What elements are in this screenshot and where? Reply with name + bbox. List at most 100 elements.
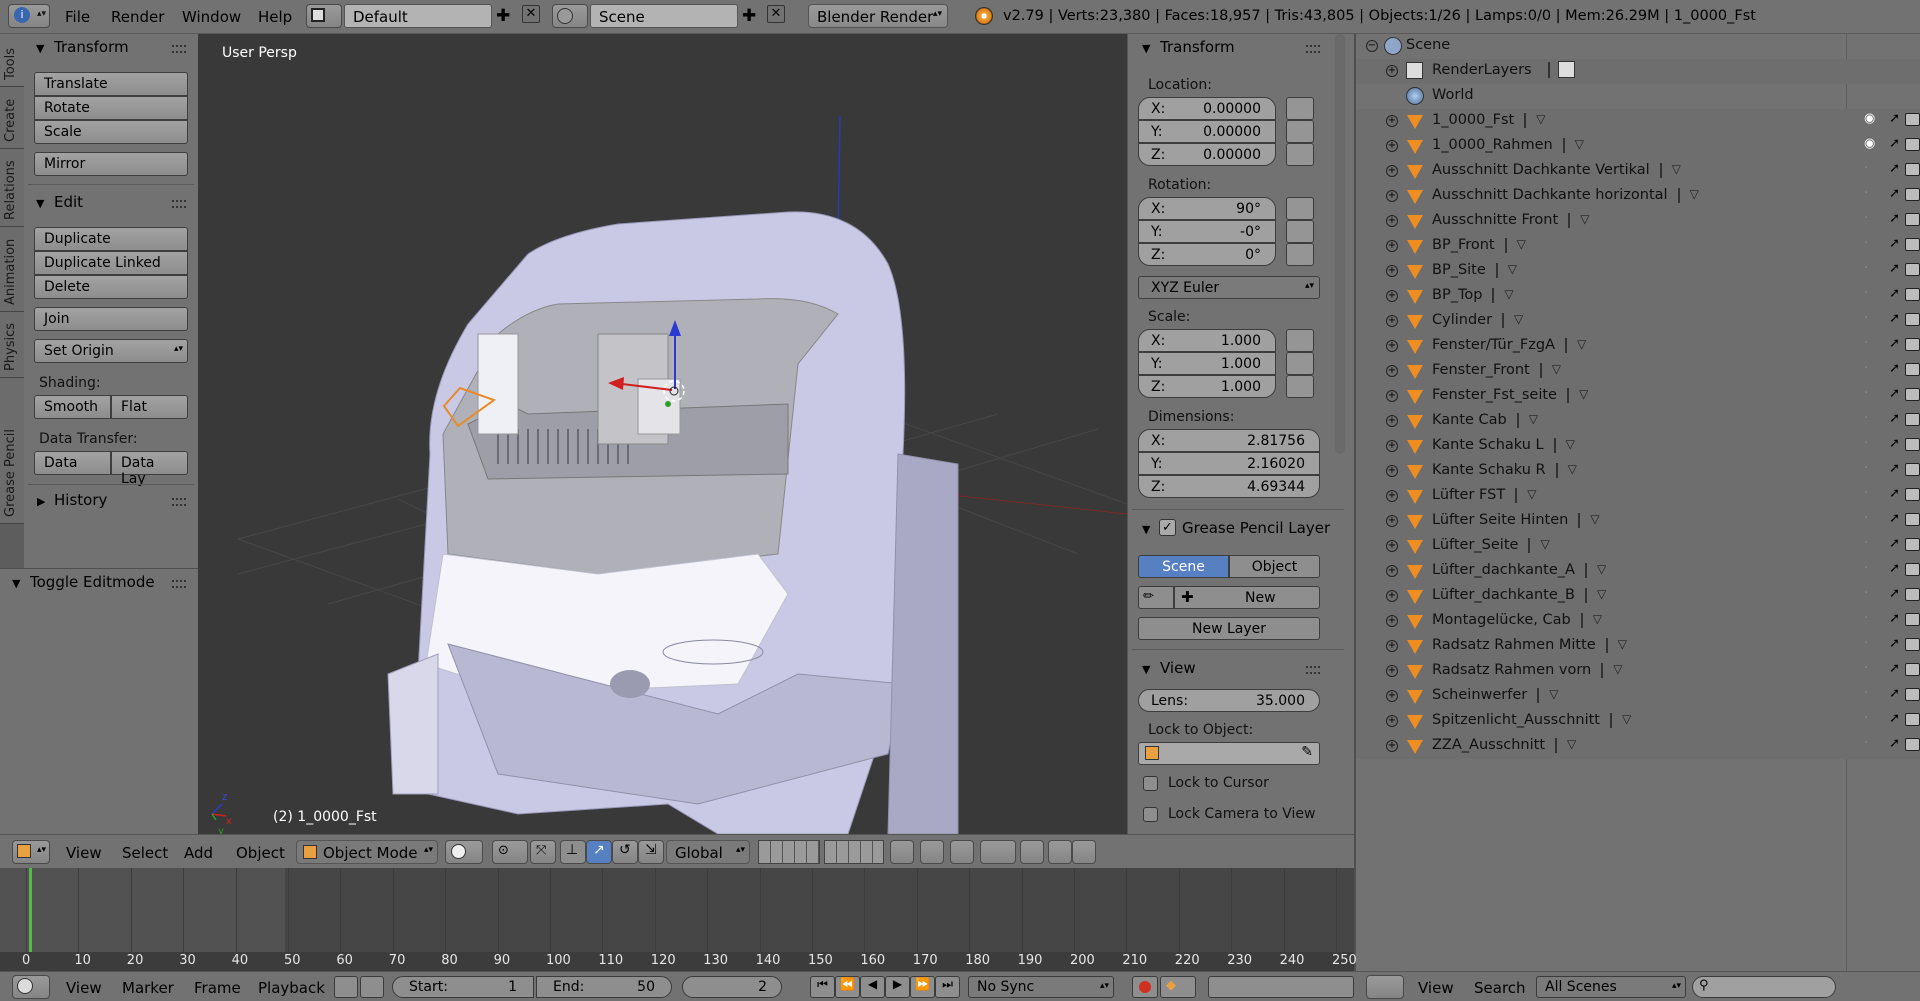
collapse-triangle-icon[interactable]: ▼ xyxy=(1142,42,1150,55)
outliner-row-object[interactable]: + BP_Front · ➚ ▽ xyxy=(1356,234,1920,259)
outliner-row-object[interactable]: + Fenster_Fst_seite · ➚ ▽ xyxy=(1356,384,1920,409)
record-keying-icon[interactable] xyxy=(334,976,358,998)
camera-icon[interactable] xyxy=(1905,363,1920,376)
cursor-icon[interactable]: ➚ xyxy=(1889,711,1900,726)
cursor-icon[interactable]: ➚ xyxy=(1889,686,1900,701)
gp-browse-button[interactable]: ✏ xyxy=(1138,586,1174,609)
eye-icon[interactable]: · xyxy=(1864,286,1880,302)
expand-icon[interactable]: + xyxy=(1386,190,1398,202)
mode-select[interactable]: Object Mode ▴▾ xyxy=(296,840,438,864)
lock-scale-x-icon[interactable] xyxy=(1286,329,1314,352)
expand-icon[interactable]: + xyxy=(1386,340,1398,352)
scene-layers-2[interactable] xyxy=(824,840,884,864)
duplicate-linked-button[interactable]: Duplicate Linked xyxy=(34,251,188,275)
menu-object[interactable]: Object xyxy=(236,844,285,862)
rotation-z-field[interactable]: Z: 0° xyxy=(1138,243,1276,266)
menu-file[interactable]: File xyxy=(65,8,90,26)
expand-icon[interactable]: + xyxy=(1386,565,1398,577)
collapse-triangle-icon[interactable]: ▼ xyxy=(1142,523,1150,536)
lock-location-x-icon[interactable] xyxy=(1286,97,1314,120)
eye-icon[interactable]: · xyxy=(1864,661,1880,677)
grip-icon[interactable] xyxy=(172,580,186,588)
sync-mode-select[interactable]: No Sync ▴▾ xyxy=(968,976,1114,998)
outliner-row-object[interactable]: +1_0000_Rahmen ◉ ➚ ▽ xyxy=(1356,134,1920,159)
cursor-icon[interactable]: ➚ xyxy=(1889,111,1900,126)
eye-icon[interactable]: · xyxy=(1864,461,1880,477)
render-camera-icon[interactable] xyxy=(1048,840,1072,864)
camera-icon[interactable] xyxy=(1905,638,1920,651)
snap-element-select[interactable] xyxy=(980,840,1016,864)
gp-new-button[interactable]: ✚ New xyxy=(1174,586,1320,609)
outliner-row-object[interactable]: + Lüfter FST · ➚ ▽ xyxy=(1356,484,1920,509)
3d-viewport[interactable]: User Persp z y x (2) 1_0000_Fst xyxy=(198,34,1127,834)
tab-animation[interactable]: Animation xyxy=(0,227,24,312)
data-layout-button[interactable]: Data Lay xyxy=(111,451,188,487)
expand-icon[interactable]: + xyxy=(1386,240,1398,252)
camera-icon[interactable] xyxy=(1905,538,1920,551)
proportional-edit-icon[interactable] xyxy=(920,840,944,864)
cursor-icon[interactable]: ➚ xyxy=(1889,586,1900,601)
dimensions-y-field[interactable]: Y: 2.16020 xyxy=(1138,452,1320,475)
eye-icon[interactable]: · xyxy=(1864,511,1880,527)
tab-grease-pencil[interactable]: Grease Pencil xyxy=(0,378,24,524)
outliner-row-object[interactable]: + Ausschnitt Dachkante horizontal · ➚ ▽ xyxy=(1356,184,1920,209)
end-frame-field[interactable]: End: 50 xyxy=(536,976,672,998)
lens-field[interactable]: Lens: 35.000 xyxy=(1138,689,1320,712)
outliner-row-object[interactable]: + Kante Schaku L · ➚ ▽ xyxy=(1356,434,1920,459)
tab-create[interactable]: Create xyxy=(0,87,24,149)
collapse-triangle-icon[interactable]: ▼ xyxy=(1142,663,1150,676)
expand-icon[interactable]: + xyxy=(1386,140,1398,152)
expand-icon[interactable]: + xyxy=(1386,415,1398,427)
jump-end-icon[interactable]: ⏭ xyxy=(935,976,960,998)
menu-add[interactable]: Add xyxy=(184,844,213,862)
location-x-field[interactable]: X: 0.00000 xyxy=(1138,97,1276,120)
cursor-icon[interactable]: ➚ xyxy=(1889,336,1900,351)
eye-icon[interactable]: · xyxy=(1864,436,1880,452)
outliner-row-object[interactable]: + Fenster_Front · ➚ ▽ xyxy=(1356,359,1920,384)
expand-icon[interactable]: + xyxy=(1386,490,1398,502)
camera-icon[interactable] xyxy=(1905,663,1920,676)
camera-icon[interactable] xyxy=(1905,513,1920,526)
scale-x-field[interactable]: X: 1.000 xyxy=(1138,329,1276,352)
expand-icon[interactable]: + xyxy=(1386,515,1398,527)
cursor-icon[interactable]: ➚ xyxy=(1889,186,1900,201)
add-layout-icon[interactable]: ✚ xyxy=(496,6,510,26)
add-scene-icon[interactable]: ✚ xyxy=(742,6,756,26)
camera-icon[interactable] xyxy=(1905,588,1920,601)
collapse-triangle-icon[interactable]: ▼ xyxy=(12,577,20,590)
dimensions-x-field[interactable]: X: 2.81756 xyxy=(1138,429,1320,452)
eye-icon[interactable]: · xyxy=(1864,561,1880,577)
cursor-icon[interactable]: ➚ xyxy=(1889,411,1900,426)
cursor-icon[interactable]: ➚ xyxy=(1889,236,1900,251)
eye-icon[interactable]: · xyxy=(1864,611,1880,627)
orientation-select[interactable]: Global ▴▾ xyxy=(666,840,750,864)
magnet-icon[interactable] xyxy=(950,840,974,864)
tab-tools[interactable]: Tools xyxy=(0,34,24,87)
collapse-triangle-icon[interactable]: ▼ xyxy=(36,197,44,210)
viewport-scene[interactable]: z y x xyxy=(198,34,1127,834)
lock-rotation-y-icon[interactable] xyxy=(1286,220,1314,243)
camera-icon[interactable] xyxy=(1905,563,1920,576)
scene-layers-1[interactable] xyxy=(758,840,820,864)
camera-icon[interactable] xyxy=(1905,113,1920,126)
menu-select[interactable]: Select xyxy=(122,844,168,862)
outliner-row-object[interactable]: + ZZA_Ausschnitt · ➚ ▽ xyxy=(1356,734,1920,759)
expand-icon[interactable]: + xyxy=(1386,65,1398,77)
keying-set-field[interactable] xyxy=(1208,976,1354,998)
eye-icon[interactable]: ◉ xyxy=(1864,111,1880,127)
camera-icon[interactable] xyxy=(1905,388,1920,401)
view-panel-title[interactable]: View xyxy=(1160,659,1196,677)
mirror-button[interactable]: Mirror xyxy=(34,152,188,176)
start-frame-field[interactable]: Start: 1 xyxy=(392,976,534,998)
new-layer-button[interactable]: New Layer xyxy=(1138,617,1320,640)
eye-icon[interactable]: ◉ xyxy=(1864,136,1880,152)
layout-name-field[interactable]: Default xyxy=(344,4,492,28)
menu-window[interactable]: Window xyxy=(182,8,241,26)
outliner-row-object[interactable]: + Lüfter_Seite · ➚ ▽ xyxy=(1356,534,1920,559)
manipulator-toggle[interactable]: ⤧ xyxy=(530,840,556,864)
rotation-y-field[interactable]: Y: -0° xyxy=(1138,220,1276,243)
outliner-row-object[interactable]: + Kante Cab · ➚ ▽ xyxy=(1356,409,1920,434)
expand-icon[interactable]: + xyxy=(1386,640,1398,652)
edit-panel-title[interactable]: Edit xyxy=(54,193,83,211)
cursor-icon[interactable]: ➚ xyxy=(1889,386,1900,401)
